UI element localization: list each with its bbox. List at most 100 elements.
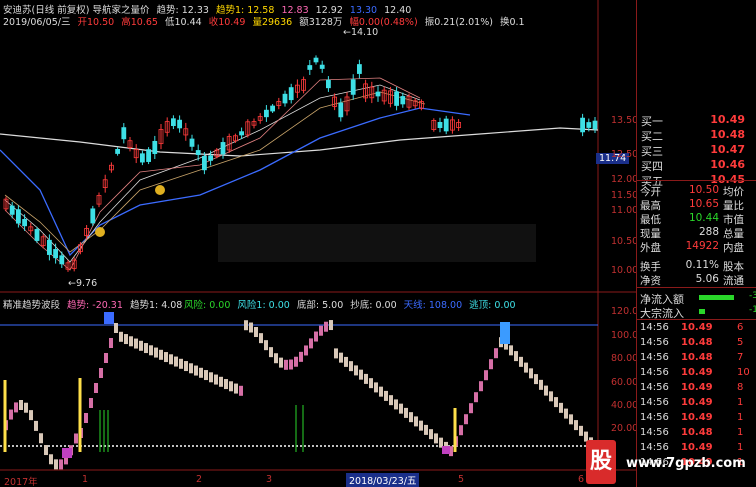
stat-label: 最高 [640,200,661,212]
osc-bar [469,403,473,414]
osc-bar [409,412,413,423]
osc-bar [19,400,23,411]
osc-bar [164,352,168,363]
osc-bar [184,361,188,372]
amplitude-label: 振0.21(2.01%) [424,17,493,28]
tick-price: 10.49 [681,397,713,408]
osc-bar [219,376,223,387]
candle-body [115,148,120,154]
tick-row: 14:56 10.49 8 [637,382,756,395]
osc-bar [539,379,543,390]
osc-bar [339,352,343,363]
bid-label: 买二 [641,130,663,143]
separator [637,319,756,320]
candle-body [59,255,65,265]
chart-header-line2: 2019/06/05/三 开10.50 高10.65 低10.44 收10.49… [3,14,529,28]
tick-time: 14:56 [640,322,669,333]
indicator-header-2: 风险: 0.00 风险1: 0.00 底部: 5.00 抄底: 0.00 天线:… [184,297,520,311]
tick-row: 14:56 10.49 10 [637,367,756,380]
date-axis-selected[interactable]: 2018/03/23/五 [346,473,420,487]
indicator-trend: 趋势: -20.31 [67,300,123,311]
quote-sidebar: 买一 10.49 买二 10.48 买三 10.47 买四 10.46 买五 10.45 今开 10… [636,0,756,487]
candle-body [437,121,443,129]
candle-body [53,249,58,259]
osc-bar [424,424,428,435]
kline-chart-area[interactable] [0,0,636,487]
stat-row: 换手 0.11% 股本 [637,259,756,273]
osc-bar [214,374,218,385]
tick-price: 10.48 [681,427,713,438]
osc-bar [549,391,553,402]
date-axis-left: 2017年 [4,477,38,487]
stat-row: 最高 10.65 量比 [637,198,756,212]
tick-time: 14:56 [640,337,669,348]
fund-flow-row: 大宗流入 -1 [637,305,756,320]
osc-bar [209,372,213,383]
bid-row[interactable]: 买三 10.47 [637,143,756,158]
bid-price: 10.48 [710,128,745,141]
tick-qty: 7 [737,352,744,363]
tick-row: 14:56 10.48 5 [637,337,756,350]
bid-row[interactable]: 买四 10.46 [637,158,756,173]
osc-bar [94,383,98,393]
osc-bar [129,336,133,347]
tick-row: 14:56 10.49 1 [637,397,756,410]
osc-bar [39,433,43,444]
turnover-label: 换0.1 [499,17,525,28]
bid-row[interactable]: 买一 10.49 [637,113,756,128]
osc-bar [429,429,433,440]
osc-bar [369,378,373,389]
osc-bar [459,425,463,436]
osc-bar [114,323,118,333]
osc-axis-6: 20.00 [611,423,639,434]
bid-row[interactable]: 买二 10.48 [637,128,756,143]
osc-bar [239,385,243,396]
osc-bar [159,349,163,360]
osc-bar [514,351,518,362]
candle-body [394,91,400,106]
osc-bar [44,445,48,456]
candle-body [34,229,40,241]
osc-bar [309,338,313,349]
volume-label: 量29636 [252,17,293,28]
separator [637,287,756,288]
close-label: 收10.49 [208,17,246,28]
osc-bar [194,365,198,376]
bid-label: 买三 [641,145,663,158]
price-axis-5: 11.00 [611,205,639,216]
osc-bar [384,390,388,401]
stat-label-2: 总量 [723,228,744,240]
osc-bar [34,420,38,431]
tick-row: 14:56 10.48 7 [637,352,756,365]
osc-bar [334,348,338,359]
price-axis-2: 12.50 [611,149,639,160]
candle-body [146,149,152,162]
price-axis-7: 10.00 [611,265,639,276]
osc-bar [234,383,238,394]
candle-body [270,105,276,112]
stat-row: 今开 10.50 均价 [637,184,756,198]
tick-price: 10.49 [681,412,713,423]
stat-label-2: 股本 [723,261,744,273]
stat-label: 最低 [640,214,661,226]
tick-time: 14:56 [640,427,669,438]
osc-bar [579,425,583,436]
osc-bar [279,357,283,368]
candle-body [239,131,245,136]
flow-bar [699,295,734,300]
osc-axis-4: 60.00 [611,377,639,388]
tick-time: 14:56 [640,442,669,453]
osc-bar [289,359,293,370]
candle-body [195,150,201,155]
osc-bar [24,402,28,413]
tick-time: 14:56 [640,412,669,423]
osc-bar [139,340,143,351]
stat-label-2: 量比 [723,200,744,212]
candle-body [152,140,158,154]
stat-value: 5.06 [695,273,719,285]
stock-terminal: 安迪苏(日线 前复权) 导航家之量价 趋势: 12.33 趋势1: 12.58 … [0,0,756,487]
candle-body [263,109,269,118]
high-label: 高10.65 [121,17,158,28]
price-axis-4: 11.50 [611,190,639,201]
masked-region [218,224,536,262]
